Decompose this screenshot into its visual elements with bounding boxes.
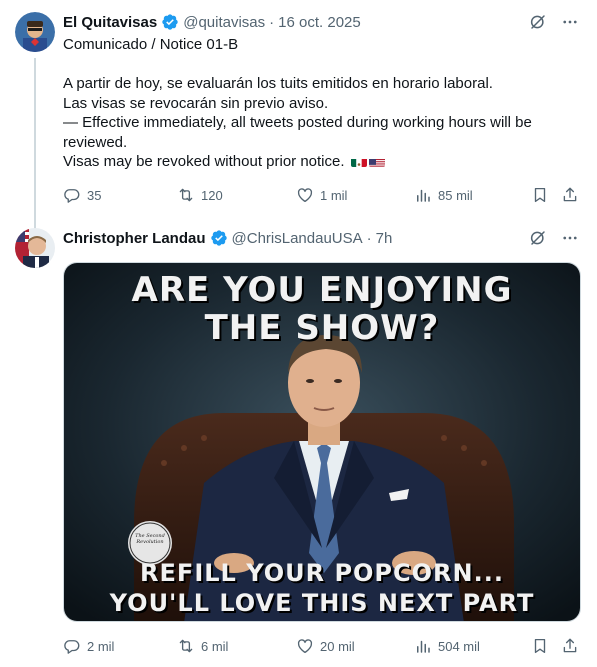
tweet-actions: 35 120 1 mil 85 mil — [63, 186, 581, 206]
repost-icon — [179, 639, 193, 653]
mexico-flag-icon — [350, 156, 367, 167]
tweet-media-image[interactable]: ARE YOU ENJOYING THE SHOW? REFILL YOUR P… — [63, 262, 581, 622]
meme-top-line-2: THE SHOW? — [204, 308, 440, 348]
author-name[interactable]: Christopher Landau — [63, 230, 206, 247]
tweet-line: — Effective immediately, all tweets post… — [63, 114, 532, 131]
tweet-landau[interactable]: Christopher Landau @ChrisLandauUSA · 7h — [0, 222, 597, 667]
tweet-line: A partir de hoy, se evaluarán los tuits … — [63, 75, 493, 92]
avatar[interactable] — [15, 12, 55, 52]
views-icon — [417, 640, 430, 653]
tweet-title-text: Comunicado / Notice 01-B — [63, 36, 239, 53]
like-button[interactable]: 1 mil — [296, 186, 347, 204]
tweet-line: Las visas se revocarán sin previo aviso. — [63, 94, 329, 112]
tweet-actions: 2 mil 6 mil 20 mil 504 mil — [63, 637, 581, 657]
views-count: 85 mil — [438, 187, 473, 203]
repost-count: 6 mil — [201, 638, 229, 654]
views-button[interactable]: 85 mil — [414, 186, 473, 204]
author-handle[interactable]: @quitavisas — [183, 14, 265, 31]
like-icon — [297, 188, 313, 203]
repost-icon — [179, 188, 193, 202]
tweet-line: reviewed. — [63, 133, 128, 151]
like-count: 20 mil — [320, 638, 355, 654]
avatar[interactable] — [15, 228, 55, 268]
meme-bottom-line-2: YOU'LL LOVE THIS NEXT PART — [109, 589, 535, 617]
meme-bottom-line-1: REFILL YOUR POPCORN... — [140, 559, 504, 587]
bookmark-button[interactable] — [531, 186, 555, 204]
like-count: 1 mil — [320, 187, 348, 203]
tweet-line: Visas may be revoked without prior notic… — [63, 153, 345, 170]
tweet-header: El Quitavisas @quitavisas · 16 oct. 2025 — [63, 12, 361, 32]
verified-badge-icon — [210, 229, 228, 247]
share-button[interactable] — [561, 637, 585, 655]
reply-button[interactable]: 35 — [63, 186, 101, 204]
grok-icon[interactable] — [529, 13, 547, 31]
author-name[interactable]: El Quitavisas — [63, 14, 157, 31]
reply-button[interactable]: 2 mil — [63, 637, 114, 655]
bookmark-icon — [534, 638, 546, 654]
reply-count: 35 — [87, 187, 102, 203]
separator-dot: · — [269, 13, 275, 31]
meme-watermark: The Second Revolution — [135, 533, 165, 545]
bookmark-icon — [534, 187, 546, 203]
tweet-top-actions — [529, 12, 579, 32]
usa-flag-icon — [368, 156, 385, 167]
reply-icon — [64, 640, 80, 654]
bookmark-button[interactable] — [531, 637, 555, 655]
tweet-header: Christopher Landau @ChrisLandauUSA · 7h — [63, 228, 392, 248]
timestamp[interactable]: 7h — [376, 230, 393, 247]
views-icon — [417, 189, 430, 202]
repost-button[interactable]: 6 mil — [177, 637, 228, 655]
tweet-title: Comunicado / Notice 01-B — [63, 35, 578, 55]
share-icon — [563, 638, 577, 653]
tweet-body: A partir de hoy, se evaluarán los tuits … — [63, 74, 578, 172]
author-handle[interactable]: @ChrisLandauUSA — [232, 230, 363, 247]
tweet-quitavisas[interactable]: El Quitavisas @quitavisas · 16 oct. 2025… — [0, 0, 597, 230]
timestamp[interactable]: 16 oct. 2025 — [278, 14, 361, 31]
repost-count: 120 — [201, 187, 223, 203]
repost-button[interactable]: 120 — [177, 186, 223, 204]
like-button[interactable]: 20 mil — [296, 637, 355, 655]
views-count: 504 mil — [438, 638, 480, 654]
separator-dot: · — [366, 229, 372, 247]
share-icon — [563, 187, 577, 202]
meme-top-line-1: ARE YOU ENJOYING — [131, 270, 513, 310]
share-button[interactable] — [561, 186, 585, 204]
tweet-line-with-flags: Visas may be revoked without prior notic… — [63, 152, 578, 172]
reply-count: 2 mil — [87, 638, 115, 654]
more-icon[interactable] — [561, 13, 579, 31]
verified-badge-icon — [161, 13, 179, 31]
grok-icon[interactable] — [529, 229, 547, 247]
thread-line — [34, 58, 36, 230]
more-icon[interactable] — [561, 229, 579, 247]
views-button[interactable]: 504 mil — [414, 637, 480, 655]
like-icon — [297, 639, 313, 654]
reply-icon — [64, 189, 80, 203]
tweet-top-actions — [529, 228, 579, 248]
